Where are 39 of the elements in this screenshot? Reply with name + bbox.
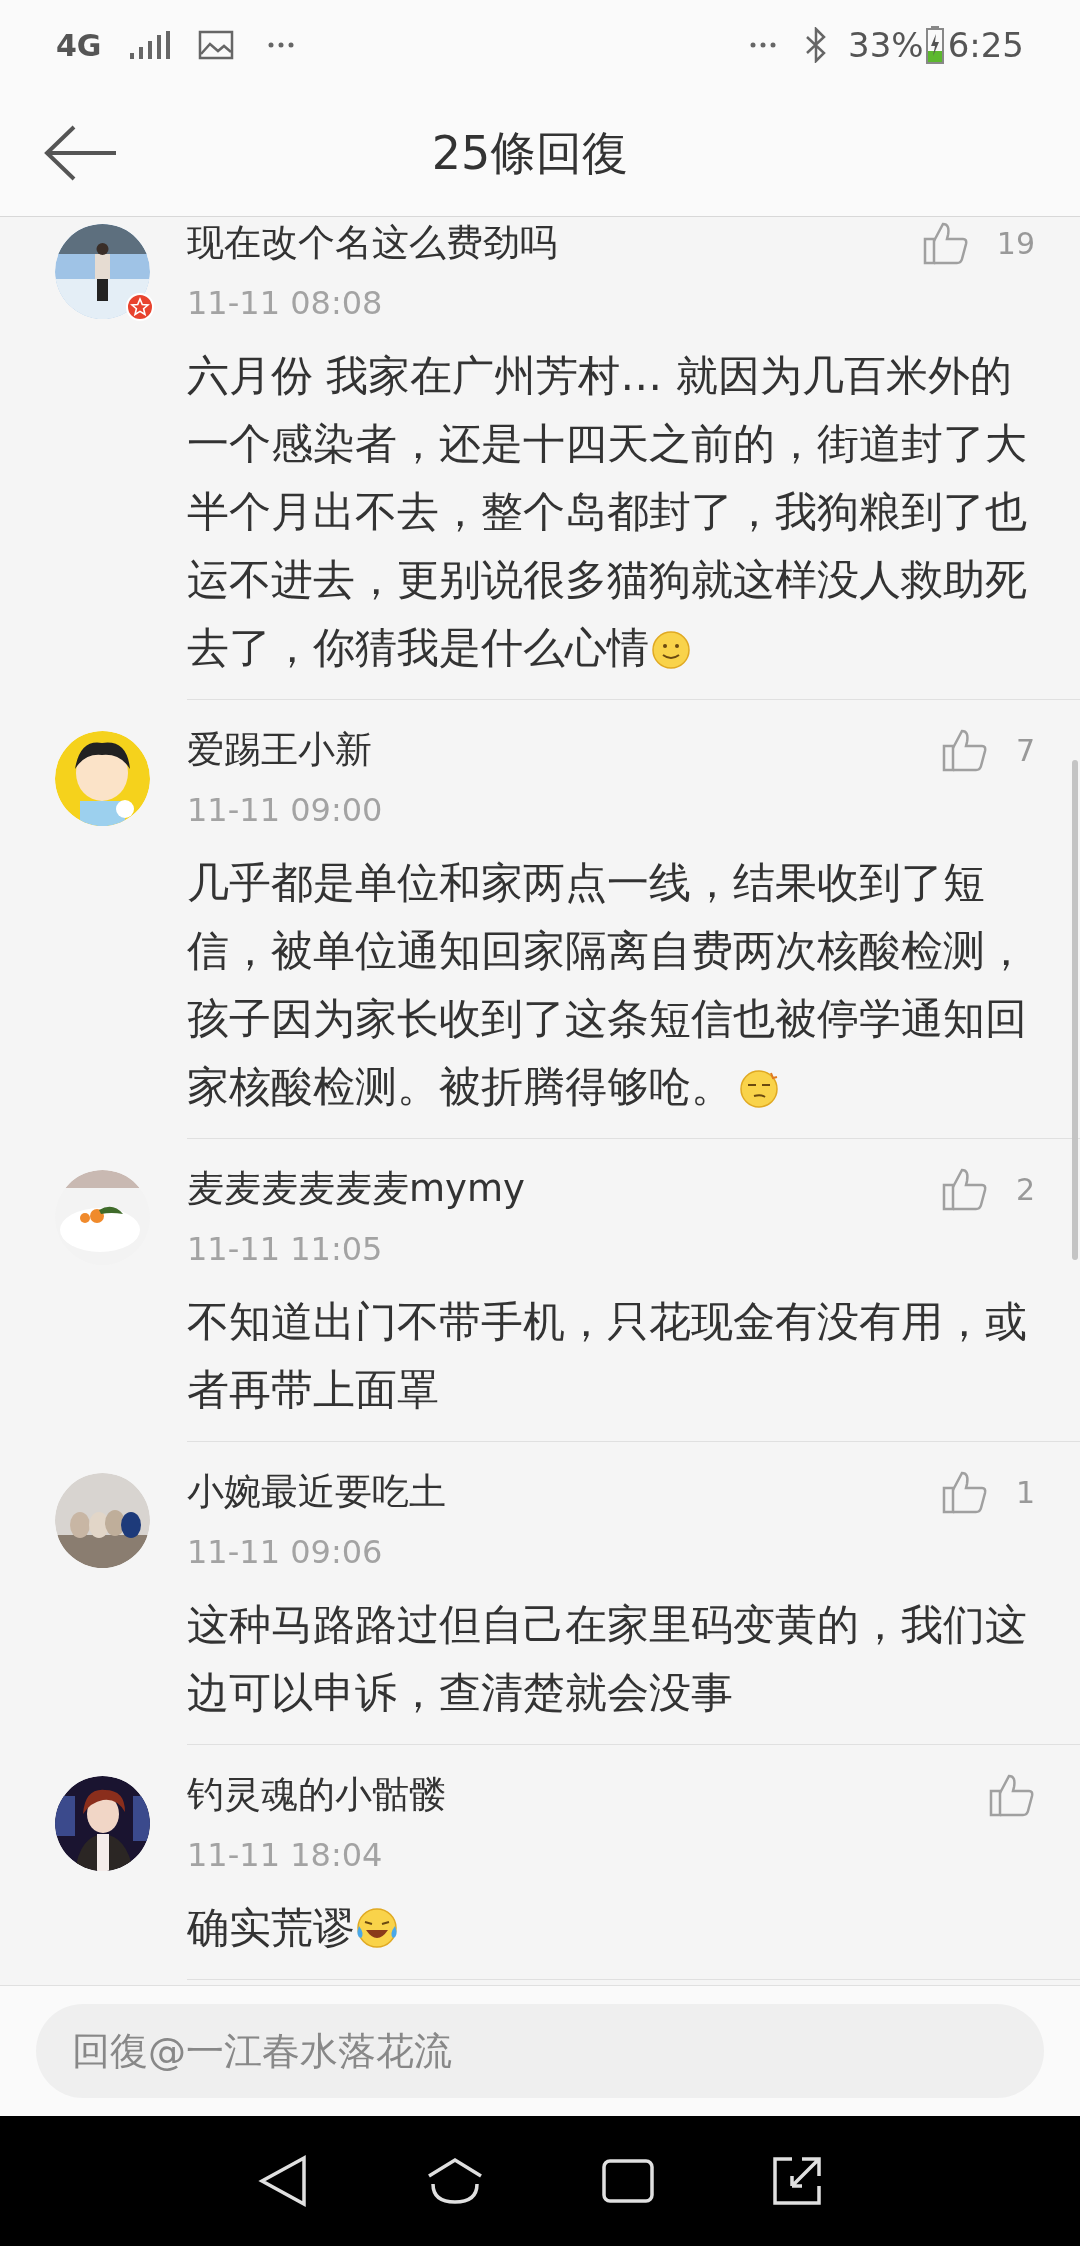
- comment-time: 11-11 11:05: [187, 1229, 383, 1270]
- more-icon: [750, 42, 777, 48]
- signal-icon: [129, 31, 170, 59]
- network-type: 4G: [56, 26, 102, 65]
- thumbs-up-icon[interactable]: [989, 1773, 1035, 1817]
- reply-field[interactable]: 回復@一江春水落花流: [36, 2004, 1044, 2098]
- battery-percent: 33%: [848, 23, 924, 67]
- expand-icon[interactable]: [771, 2156, 822, 2206]
- comment-text: 不知道出门不带手机，只花现金有没有用，或者再带上面罩: [187, 1297, 1027, 1414]
- comment-time: 11-11 09:00: [187, 790, 383, 831]
- page-title: 25條回復: [431, 124, 629, 182]
- user-name[interactable]: 钓灵魂的小骷髅: [187, 1767, 989, 1823]
- back-arrow-icon: [44, 125, 116, 181]
- recent-apps-icon[interactable]: [601, 2158, 656, 2204]
- more-icon: [267, 42, 294, 48]
- star-badge-icon: [126, 293, 154, 321]
- thumbs-up-icon[interactable]: [941, 728, 988, 772]
- thumbs-up-icon[interactable]: [941, 1167, 988, 1211]
- comment-time: 11-11 08:08: [187, 283, 383, 324]
- comment-text: 六月份 我家在广州芳村… 就因为几百米外的一个感染者，还是十四天之前的，街道封了大半个月出不去，整个岛都封了，我狗粮到了也运不进去，更别说很多猫狗就这样没人救助死去了，你猜我是什么心情: [187, 351, 1027, 672]
- user-name[interactable]: 爱踢王小新: [187, 722, 942, 778]
- thumbs-up-icon[interactable]: [922, 221, 969, 265]
- comment-time: 11-11 18:04: [187, 1835, 383, 1876]
- like-count: 7: [1015, 731, 1035, 770]
- user-name[interactable]: 小婉最近要吃土: [187, 1464, 942, 1520]
- back-nav-icon[interactable]: [258, 2154, 309, 2208]
- comment-text: 几乎都是单位和家两点一线，结果收到了短信，被单位通知回家隔离自费两次核酸检测，孩子因为家长收到了这条短信也被停学通知回家核酸检测。被折腾得够呛。: [187, 858, 1027, 1111]
- thumbs-up-icon[interactable]: [941, 1470, 988, 1514]
- comment-text: 这种马路路过但自己在家里码变黄的，我们这边可以申诉，查清楚就会没事: [187, 1600, 1027, 1717]
- like-count: 2: [1015, 1170, 1035, 1209]
- battery-icon: [925, 26, 944, 64]
- clock: 6:25: [947, 23, 1024, 67]
- comment-text: 确实荒谬: [187, 1903, 355, 1952]
- comment-time: 11-11 09:06: [187, 1532, 383, 1573]
- like-count: 1: [1015, 1473, 1035, 1512]
- like-count: 19: [996, 224, 1035, 263]
- image-icon: [197, 30, 234, 60]
- user-name[interactable]: 麦麦麦麦麦麦mymy: [187, 1161, 942, 1217]
- user-name[interactable]: 现在改个名这么费劲吗: [187, 217, 923, 271]
